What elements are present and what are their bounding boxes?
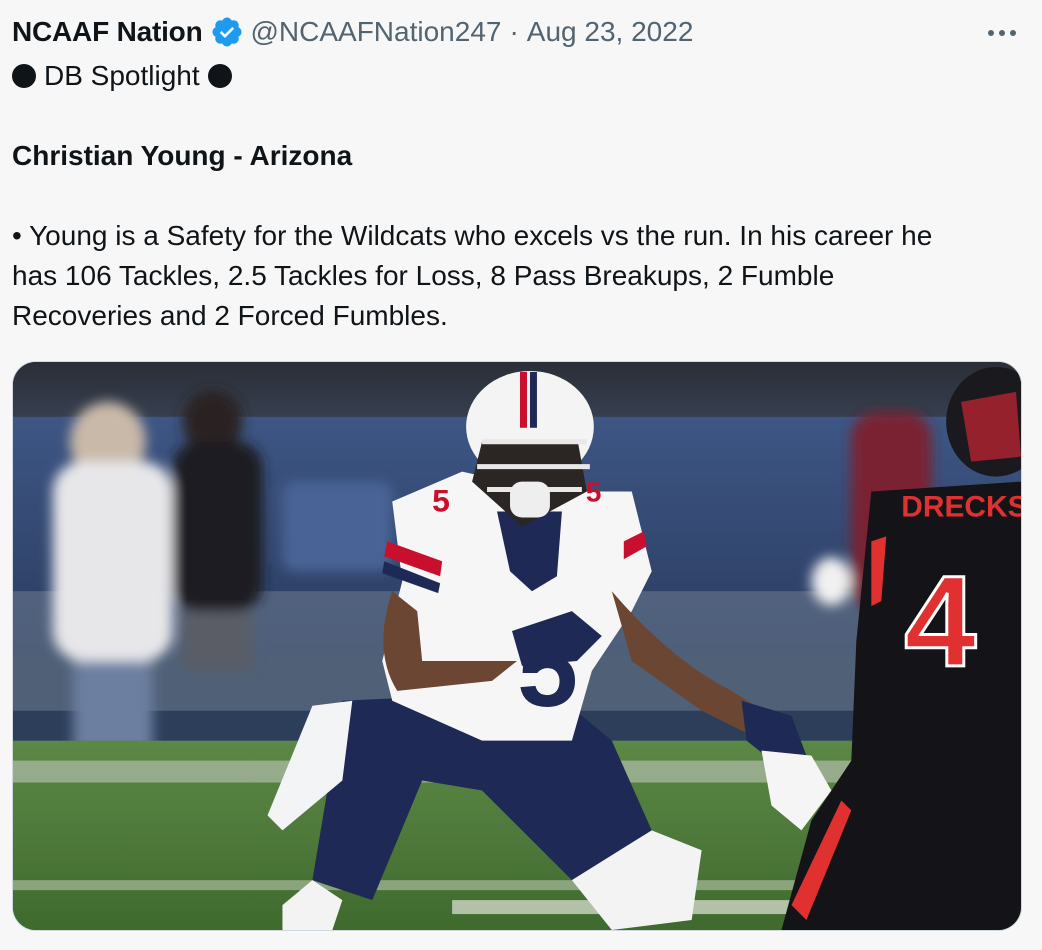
spotlight-line: DB Spotlight: [12, 56, 1022, 96]
display-name[interactable]: NCAAF Nation: [12, 16, 203, 48]
jersey-number-back: 4: [904, 550, 976, 694]
body-line: • Young is a Safety for the Wildcats who…: [12, 220, 933, 251]
headline: Christian Young - Arizona: [12, 140, 353, 171]
shoulder-number: 5: [432, 482, 450, 518]
tweet-header: NCAAF Nation @NCAAFNation247 · Aug 23, 2…: [12, 12, 1022, 52]
football-photo: 5 5 5 DRECKSHM 4: [13, 362, 1021, 930]
verified-badge-icon[interactable]: [210, 15, 244, 49]
tweet-text: DB Spotlight Christian Young - Arizona •…: [12, 56, 1022, 336]
black-circle-emoji-icon: [207, 64, 232, 88]
name-bar: DRECKSHM: [901, 490, 1021, 523]
user-handle[interactable]: @NCAAFNation247: [250, 16, 501, 48]
body-line: Recoveries and 2 Forced Fumbles.: [12, 300, 448, 331]
body-line: has 106 Tackles, 2.5 Tackles for Loss, 8…: [12, 260, 835, 291]
tweet-photo[interactable]: 5 5 5 DRECKSHM 4: [12, 361, 1022, 931]
more-options-icon[interactable]: [982, 18, 1022, 48]
spotlight-label: DB Spotlight: [44, 60, 200, 91]
shoulder-number: 5: [586, 477, 602, 508]
tweet-date[interactable]: Aug 23, 2022: [527, 16, 694, 48]
separator-dot: ·: [509, 16, 519, 47]
black-circle-emoji-icon: [12, 64, 36, 88]
